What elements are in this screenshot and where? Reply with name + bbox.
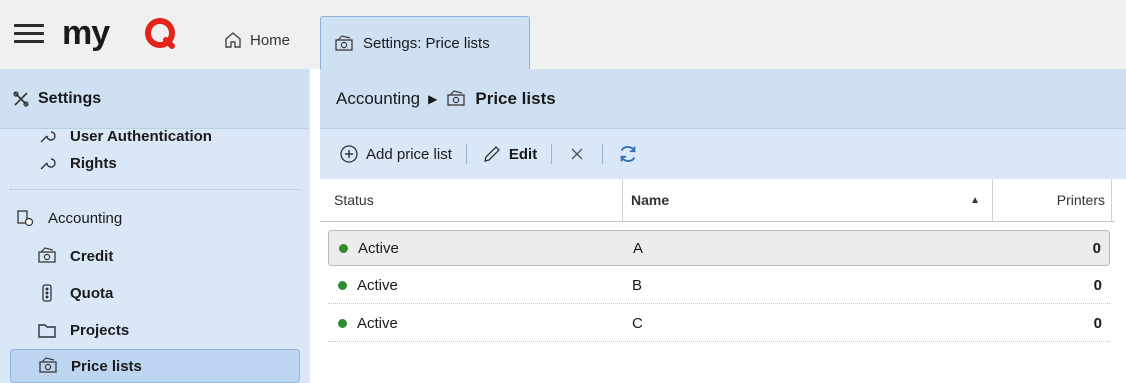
hamburger-menu-icon[interactable] [14, 24, 44, 44]
add-price-list-label: Add price list [366, 145, 452, 163]
sidebar-item-quota[interactable]: Quota [10, 276, 300, 310]
quota-icon [36, 282, 58, 304]
sidebar-item-label: Accounting [48, 209, 123, 227]
money-icon [37, 355, 59, 377]
toolbar-separator [551, 144, 553, 164]
status-cell: Active [339, 231, 399, 265]
home-icon [222, 29, 244, 51]
svg-text:my: my [62, 14, 110, 52]
myq-logo: my [62, 14, 175, 52]
status-text: Active [358, 239, 399, 257]
edit-label: Edit [508, 145, 538, 163]
sidebar-divider [10, 189, 300, 190]
table-row[interactable]: Active B 0 [328, 268, 1110, 304]
status-active-dot [338, 281, 347, 290]
add-price-list-button[interactable]: Add price list [334, 141, 456, 167]
home-label: Home [250, 31, 291, 49]
refresh-icon [617, 143, 639, 165]
printers-cell: 0 [1093, 315, 1102, 332]
status-text: Active [357, 315, 398, 332]
sort-ascending-icon: ▲ [970, 194, 980, 206]
printers-cell: 0 [1093, 277, 1102, 294]
sidebar-body: User Authentication Rights Accounting Cr… [0, 129, 309, 383]
toolbar-separator [602, 144, 604, 164]
folder-icon [36, 319, 58, 341]
sidebar-header: Settings [0, 69, 309, 129]
tab-settings-price-lists[interactable]: Settings: Price lists [320, 16, 530, 70]
accounting-icon [14, 207, 36, 229]
sidebar-item-label: Projects [70, 321, 130, 339]
money-icon [36, 245, 58, 267]
name-cell: A [633, 239, 644, 257]
column-header-label: Status [334, 192, 374, 208]
money-icon [445, 88, 467, 110]
column-header-label: Printers [1056, 192, 1105, 208]
table-row[interactable]: Active C 0 [328, 306, 1110, 342]
toolbar: Add price list Edit [320, 129, 1126, 179]
name-cell: C [632, 315, 643, 332]
main-panel: Accounting ▶ Price lists Add price list … [320, 69, 1126, 383]
printers-cell: 0 [1092, 239, 1101, 257]
name-cell: B [632, 277, 643, 294]
status-cell: Active [338, 306, 398, 341]
toolbar-separator [465, 144, 467, 164]
price-lists-table: Status Name ▲ Printers Active A 0 Active [320, 179, 1126, 383]
column-header-name[interactable]: Name ▲ [622, 179, 992, 221]
breadcrumb-current: Price lists [475, 88, 556, 108]
column-header-printers[interactable]: Printers [992, 179, 1112, 221]
sidebar-item-credit[interactable]: Credit [10, 239, 300, 273]
money-icon [333, 33, 355, 55]
sidebar-item-rights[interactable]: Rights [10, 146, 300, 180]
column-header-label: Name [631, 192, 670, 208]
sidebar-item-label: Quota [70, 284, 114, 302]
table-row[interactable]: Active A 0 [328, 230, 1110, 266]
tab-label: Settings: Price lists [363, 35, 490, 52]
delete-button[interactable] [562, 141, 592, 167]
breadcrumb-parent[interactable]: Accounting [336, 89, 420, 109]
sidebar-item-price-lists[interactable]: Price lists [10, 349, 300, 383]
breadcrumb-separator-icon: ▶ [428, 91, 438, 106]
home-button[interactable]: Home [222, 28, 290, 52]
table-header: Status Name ▲ Printers [320, 179, 1115, 222]
sidebar-item-accounting[interactable]: Accounting [10, 201, 300, 235]
sidebar-item-projects[interactable]: Projects [10, 313, 300, 347]
refresh-button[interactable] [613, 141, 643, 167]
sidebar-item-label: Rights [70, 154, 117, 172]
rights-icon [36, 152, 58, 174]
add-circle-icon [338, 143, 360, 165]
status-cell: Active [338, 268, 398, 303]
status-active-dot [338, 319, 347, 328]
sidebar-item-label: Credit [70, 247, 114, 265]
tools-icon [10, 88, 32, 110]
column-header-status[interactable]: Status [334, 179, 622, 221]
rights-icon [36, 129, 58, 147]
status-text: Active [357, 277, 398, 294]
sidebar-title: Settings [38, 89, 102, 107]
edit-button[interactable]: Edit [477, 141, 541, 167]
pencil-icon [481, 143, 503, 165]
sidebar: Settings User Authentication Rights Acco… [0, 69, 310, 383]
top-bar: my Home Settings: Price lists [0, 0, 1126, 70]
sidebar-item-label: Price lists [71, 357, 142, 375]
status-active-dot [339, 243, 348, 253]
close-icon [566, 143, 588, 165]
breadcrumb: Accounting ▶ Price lists [320, 69, 1126, 129]
sidebar-item-label: User Authentication [70, 129, 212, 145]
